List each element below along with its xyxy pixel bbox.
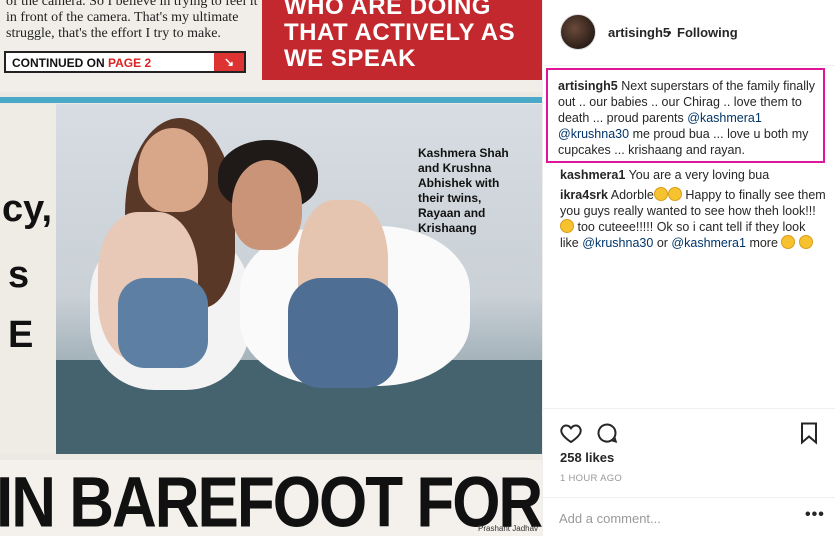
avatar[interactable] — [560, 14, 596, 50]
comment-username[interactable]: kashmera1 — [560, 168, 625, 182]
red-band-line: WHO ARE DOING — [284, 0, 491, 20]
caption-line: Kashmera Shah — [418, 146, 509, 160]
more-options-icon[interactable]: ••• — [805, 506, 825, 524]
baby-right-overalls — [288, 278, 398, 388]
post-actions: 258 likes 1 HOUR AGO ••• — [543, 408, 835, 536]
following-button[interactable]: Following — [677, 25, 738, 40]
article-line: struggle, that's the effort I try to mak… — [6, 26, 221, 41]
post-photo[interactable]: of the camera. So I believe in trying to… — [0, 0, 542, 536]
heart-eyes-emoji-icon — [653, 187, 668, 201]
post-side-panel: artisingh5 • Following artisingh5 Next s… — [542, 0, 835, 536]
post-header: artisingh5 • Following — [543, 0, 835, 66]
caption-username[interactable]: artisingh5 — [558, 79, 618, 93]
left-column-fragment: cy, s E — [0, 104, 56, 454]
fragment-text: cy, — [2, 188, 53, 230]
continued-banner: CONTINUED ON PAGE 2 ↘ — [4, 51, 246, 73]
continued-page: PAGE 2 — [108, 56, 152, 70]
mention-link[interactable]: @krushna30 — [582, 236, 653, 250]
fragment-text: s — [8, 254, 30, 296]
red-band-line: THAT ACTIVELY AS — [284, 19, 516, 46]
comment-item: ikra4srk Adorble Happy to finally see th… — [560, 187, 826, 251]
mention-link[interactable]: @kashmera1 — [687, 111, 762, 125]
add-comment-bar: ••• — [543, 497, 835, 536]
likes-count[interactable]: 258 likes — [560, 450, 614, 465]
newspaper-headline: IN BAREFOOT FOR A DAY — [0, 460, 542, 536]
newspaper-article-text: of the camera. So I believe in trying to… — [6, 0, 258, 42]
caption-line: Rayaan and — [418, 206, 486, 220]
article-line: of the camera. So I believe in trying to… — [6, 0, 258, 9]
yum-emoji-icon — [560, 219, 574, 233]
blue-stripe — [0, 97, 542, 103]
comment-text: more — [749, 236, 778, 250]
post-caption: artisingh5 Next superstars of the family… — [558, 78, 820, 158]
comments-list[interactable]: artisingh5 Next superstars of the family… — [543, 66, 835, 408]
caption-line: and Krushna — [418, 161, 492, 175]
woman-face — [138, 128, 208, 212]
post-username[interactable]: artisingh5 — [608, 25, 670, 40]
mention-link[interactable]: @kashmera1 — [671, 236, 746, 250]
comment-item: kashmera1 You are a very loving bua — [560, 167, 820, 183]
add-comment-input[interactable] — [559, 509, 789, 527]
photo-credit: Prashant Jadhav — [478, 524, 539, 533]
article-line: in front of the camera. That's my ultima… — [6, 10, 239, 25]
caption-line: their twins, — [418, 191, 482, 205]
mention-link[interactable]: @krushna30 — [558, 127, 629, 141]
continued-label: CONTINUED ON — [12, 56, 105, 70]
comment-text: You are a very loving bua — [628, 168, 770, 182]
bookmark-icon[interactable] — [797, 421, 821, 445]
comment-text: or — [656, 236, 668, 250]
post-timestamp: 1 HOUR AGO — [560, 473, 623, 484]
photo-caption: Kashmera Shah and Krushna Abhishek with … — [418, 146, 538, 236]
heart-eyes-emoji-icon — [667, 187, 682, 201]
comment-icon[interactable] — [595, 421, 619, 445]
man-face — [232, 160, 302, 250]
red-band-line: WE SPEAK — [284, 45, 417, 72]
heart-icon[interactable] — [559, 421, 583, 445]
red-headline-band: WHO ARE DOING THAT ACTIVELY AS WE SPEAK — [262, 0, 542, 80]
comment-text: Adorble — [610, 188, 654, 202]
thinking-emoji-icon — [798, 235, 813, 249]
arrow-icon: ↘ — [214, 53, 244, 71]
caption-line: Abhishek with — [418, 176, 500, 190]
confused-emoji-icon — [781, 235, 796, 249]
baby-left-overalls — [118, 278, 208, 368]
fragment-text: E — [8, 314, 34, 356]
caption-line: Krishaang — [418, 221, 477, 235]
comment-username[interactable]: ikra4srk — [560, 188, 608, 202]
separator-dot: • — [667, 25, 672, 40]
